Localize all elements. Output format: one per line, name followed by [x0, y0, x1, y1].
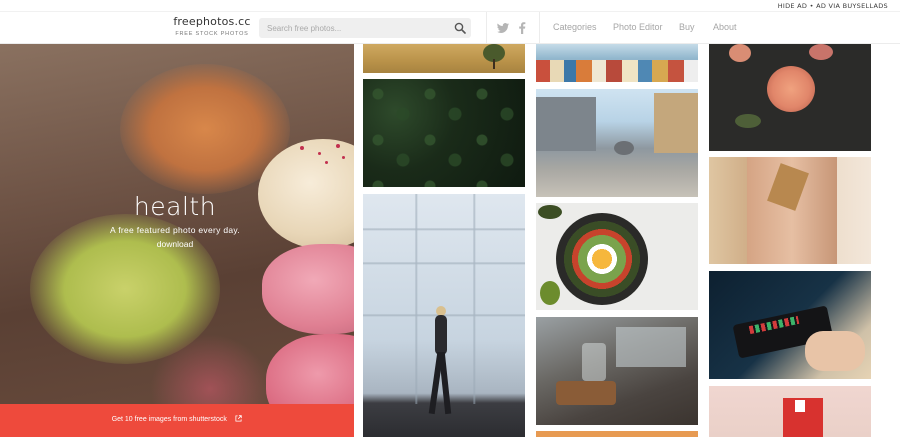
nav-photo-editor[interactable]: Photo Editor	[613, 22, 663, 32]
featured-photo[interactable]: health A free featured photo every day. …	[0, 44, 354, 437]
photo-colorful-town[interactable]	[536, 44, 698, 82]
hero-title: health	[133, 192, 217, 221]
hide-ad-link[interactable]: HIDE AD • AD VIA BUYSELLADS	[778, 2, 888, 10]
pigeon	[614, 141, 634, 155]
photo-field-tree[interactable]	[363, 44, 525, 73]
town-buildings	[536, 60, 698, 82]
avocado	[540, 281, 560, 305]
site-logo[interactable]: freephotos.cc FREE STOCK PHOTOS	[172, 15, 252, 37]
herbs	[538, 205, 562, 219]
house-window	[795, 400, 805, 412]
ad-bar: HIDE AD • AD VIA BUYSELLADS	[0, 0, 900, 12]
logo-name: freephotos.cc	[173, 15, 251, 28]
photo-green-leaves[interactable]	[363, 79, 525, 187]
facebook-icon[interactable]	[515, 21, 529, 35]
hero-sprinkle	[325, 161, 328, 164]
building-left	[536, 97, 596, 151]
leaf-pattern	[363, 79, 525, 187]
site-header: freephotos.cc FREE STOCK PHOTOS Categori…	[0, 12, 900, 44]
promo-text: Get 10 free images from shutterstock	[111, 416, 227, 423]
page: HIDE AD • AD VIA BUYSELLADS freephotos.c…	[0, 0, 900, 437]
photo-pigeon-street[interactable]	[536, 89, 698, 197]
search-box	[259, 18, 471, 38]
hero-sprinkle	[342, 156, 345, 159]
photo-food-bowl[interactable]	[536, 203, 698, 310]
external-link-icon	[235, 415, 243, 422]
download-link[interactable]: download	[157, 239, 193, 249]
nav-buy[interactable]: Buy	[679, 22, 695, 32]
photo-flowers-dark[interactable]	[709, 44, 871, 151]
photo-card-payment[interactable]	[709, 271, 871, 379]
search-icon[interactable]	[454, 22, 466, 34]
hand	[805, 331, 865, 371]
twitter-icon[interactable]	[496, 21, 510, 35]
hero-sprinkle	[336, 144, 340, 148]
photo-woman-coat[interactable]	[709, 157, 871, 264]
hero-macaron-pink	[262, 244, 354, 334]
nav-about[interactable]: About	[713, 22, 737, 32]
food-bowl	[556, 213, 648, 305]
header-divider	[539, 12, 540, 44]
photo-woman-marble-wall[interactable]	[363, 194, 525, 437]
photo-orange-partial[interactable]	[536, 431, 698, 437]
hero-sprinkle	[300, 146, 304, 150]
flower-dahlia	[767, 66, 815, 112]
header-divider	[486, 12, 487, 44]
photo-kitchen-cookies[interactable]	[536, 317, 698, 425]
logo-tagline: FREE STOCK PHOTOS	[175, 31, 249, 37]
hero-subtitle: A free featured photo every day.	[110, 225, 240, 235]
woman-body	[435, 315, 447, 355]
window-light	[616, 327, 686, 367]
flower	[809, 44, 833, 60]
glass-jar	[582, 343, 606, 381]
building-right	[654, 93, 698, 153]
nav-categories[interactable]: Categories	[553, 22, 597, 32]
hero-download: download	[0, 239, 350, 249]
hero-sprinkle	[318, 152, 321, 155]
tree-trunk	[493, 59, 495, 69]
shutterstock-promo-button[interactable]: Get 10 free images from shutterstock	[0, 404, 354, 437]
search-input[interactable]	[259, 18, 449, 38]
photo-red-house[interactable]	[709, 386, 871, 437]
flower	[729, 44, 751, 62]
leaves	[735, 114, 761, 128]
cookies	[556, 381, 616, 405]
